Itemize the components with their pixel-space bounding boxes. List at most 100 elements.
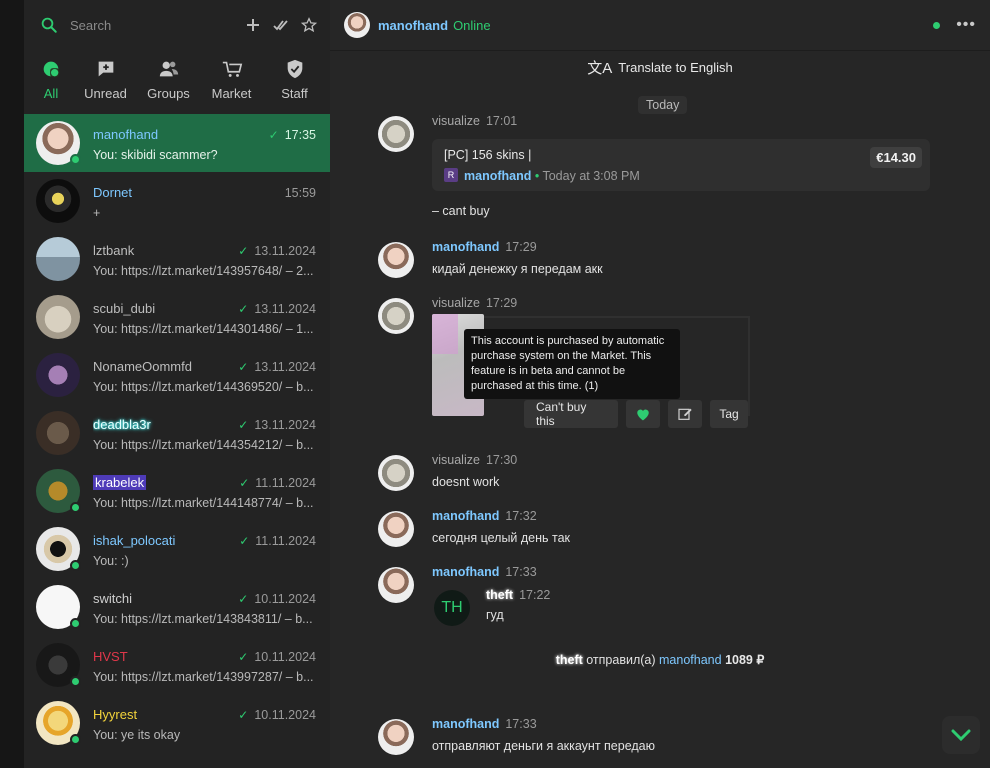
avatar [36, 411, 80, 455]
message-author[interactable]: visualize [432, 453, 480, 467]
group-icon [159, 61, 178, 77]
tab-all[interactable]: All [28, 50, 74, 110]
message-author[interactable]: visualize [432, 296, 480, 310]
translate-icon: 文A [587, 60, 613, 77]
transfer-recipient[interactable]: manofhand [659, 653, 722, 667]
tab-groups-label: Groups [147, 86, 190, 101]
chat-preview: You: https://lzt.market/144301486/ – 1..… [93, 321, 314, 336]
tag-button[interactable]: Tag [710, 400, 748, 428]
chat-item-lztbank[interactable]: lztbank ✓ 13.11.2024 You: https://lzt.mar… [24, 230, 330, 288]
avatar[interactable] [378, 242, 414, 278]
avatar[interactable] [378, 455, 414, 491]
more-options-icon[interactable]: ••• [956, 16, 976, 34]
chat-name: manofhand [93, 127, 159, 142]
avatar [36, 237, 80, 281]
chat-item-manofhand[interactable]: manofhand ✓ 17:35 You: skibidi scammer? [24, 114, 330, 172]
separator-dot: • [534, 169, 540, 183]
chat-preview: You: ye its okay [93, 727, 181, 742]
transfer-sender[interactable]: theft [556, 653, 583, 667]
chat-item-krabelek[interactable]: krabelek ✓ 11.11.2024 You: https://lzt.ma… [24, 462, 330, 520]
read-check-icon: ✓ [238, 243, 249, 258]
online-indicator [70, 734, 81, 745]
avatar[interactable] [378, 567, 414, 603]
search-icon[interactable] [40, 16, 58, 34]
chat-preview: You: https://lzt.market/144148774/ – b..… [93, 495, 314, 510]
message-author[interactable]: visualize [432, 114, 480, 128]
chat-filter-tabs: All Unread Groups Market Staff [24, 50, 330, 110]
read-check-icon: ✓ [238, 359, 249, 374]
message-author[interactable]: manofhand [432, 565, 499, 579]
shield-icon [287, 59, 302, 79]
tab-staff[interactable]: Staff [263, 50, 326, 110]
avatar[interactable] [378, 116, 414, 152]
translate-button[interactable]: 文A Translate to English [330, 50, 990, 84]
chat-item-hvst[interactable]: HVST ✓ 10.11.2024 You: https://lzt.market… [24, 636, 330, 694]
chat-preview: You: https://lzt.market/144369520/ – b..… [93, 379, 314, 394]
chat-name: lztbank [93, 243, 135, 258]
chat-preview: You: https://lzt.market/144354212/ – b..… [93, 437, 314, 452]
favorite-button[interactable] [626, 400, 660, 428]
mark-all-read-icon[interactable] [272, 16, 290, 34]
star-icon[interactable] [300, 16, 318, 34]
chat-preview: You: https://lzt.market/143997287/ – b..… [93, 669, 314, 684]
conversation-pane: manofhand Online ••• 文A Translate to Eng… [330, 0, 990, 768]
avatar[interactable] [378, 719, 414, 755]
chat-name: Dornet [93, 185, 133, 200]
avatar [36, 179, 80, 223]
edit-icon [678, 408, 692, 420]
message-author[interactable]: manofhand [432, 717, 499, 731]
tab-unread[interactable]: Unread [74, 50, 137, 110]
avatar[interactable] [344, 12, 370, 38]
chat-time: 13.11.2024 [254, 417, 316, 432]
chat-time: 11.11.2024 [255, 475, 316, 490]
avatar[interactable] [378, 511, 414, 547]
chat-item-switchi[interactable]: switchi ✓ 10.11.2024 You: https://lzt.mar… [24, 578, 330, 636]
chat-item-ishak-polocati[interactable]: ishak_polocati ✓ 11.11.2024 You: :) [24, 520, 330, 578]
market-item-card[interactable]: [PC] 156 skins | R manofhand • Today at … [432, 139, 930, 191]
chat-item-scubi-dubi[interactable]: scubi_dubi ✓ 13.11.2024 You: https://lzt.… [24, 288, 330, 346]
chat-time: 10.11.2024 [254, 649, 316, 664]
chat-item-hyyrest[interactable]: Hyyrest ✓ 10.11.2024 You: ye its okay [24, 694, 330, 752]
avatar[interactable] [378, 298, 414, 334]
read-check-icon: ✓ [239, 475, 250, 490]
chat-item-deadbla3r[interactable]: deadbla3r ✓ 13.11.2024 You: https://lzt.m… [24, 404, 330, 462]
tab-market[interactable]: Market [200, 50, 263, 110]
message-time: 17:32 [505, 509, 537, 523]
avatar [36, 121, 81, 165]
chat-time: 13.11.2024 [254, 359, 316, 374]
read-check-icon: ✓ [238, 591, 249, 606]
conversation-title[interactable]: manofhand [378, 18, 448, 33]
search-input[interactable]: Search [70, 18, 234, 33]
online-indicator [70, 154, 81, 165]
chat-item-nonameoommfd[interactable]: NonameOommfd ✓ 13.11.2024 You: https://lz… [24, 346, 330, 404]
chat-preview: You: :) [93, 553, 129, 568]
chat-name: Hyyrest [93, 707, 138, 722]
item-title[interactable]: [PC] 156 skins | [444, 148, 531, 162]
scroll-to-bottom-button[interactable] [942, 716, 980, 754]
plus-icon[interactable] [244, 16, 262, 34]
message-text: кидай денежку я передам акк [432, 262, 603, 276]
read-check-icon: ✓ [238, 707, 249, 722]
tab-groups[interactable]: Groups [137, 50, 200, 110]
item-actions: Can't buy this Tag [524, 400, 748, 428]
chat-preview: You: https://lzt.market/143957648/ – 2..… [93, 263, 314, 278]
online-indicator [70, 618, 81, 629]
edit-button[interactable] [668, 400, 702, 428]
chat-name: scubi_dubi [93, 301, 156, 316]
messenger-app: Search All Unread Groups Market Staff ma… [0, 0, 990, 768]
system-transfer-message: theft отправил(а) manofhand 1089 ₽ [330, 652, 990, 667]
message-author[interactable]: manofhand [432, 240, 499, 254]
chat-preview: + [93, 205, 101, 220]
message-time: 17:29 [505, 240, 537, 254]
cant-buy-button[interactable]: Can't buy this [524, 400, 618, 428]
chat-name: HVST [93, 649, 128, 664]
chat-name: NonameOommfd [93, 359, 192, 374]
message-text: сегодня целый день так [432, 531, 571, 545]
online-indicator [70, 502, 81, 513]
chat-bubble-icon [43, 61, 60, 78]
message-time: 17:30 [485, 453, 518, 467]
chat-time: 13.11.2024 [254, 301, 316, 316]
message-author[interactable]: manofhand [432, 509, 499, 523]
seller-name[interactable]: manofhand [464, 169, 531, 183]
chat-item-dornet[interactable]: Dornet 15:59 + [24, 172, 330, 230]
